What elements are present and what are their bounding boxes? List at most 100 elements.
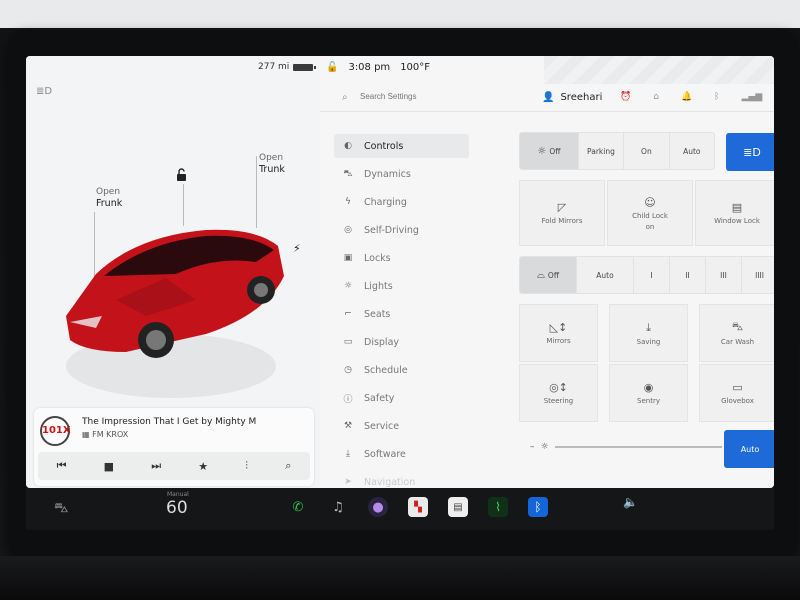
slider-track[interactable]: [554, 446, 722, 448]
menu-item-schedule[interactable]: ◷ Schedule: [334, 358, 469, 382]
equalizer-icon[interactable]: ⫶: [245, 459, 248, 473]
menu-item-navigation[interactable]: ➤ Navigation: [334, 470, 469, 488]
station-text: FM KROX: [92, 430, 129, 439]
camera-icon[interactable]: ●: [368, 497, 388, 517]
display-icon: ▭: [343, 337, 353, 347]
bluetooth-icon[interactable]: ᛒ: [528, 497, 548, 517]
bottom-dock: ⛍ Manual 60 ✆ ♫ ● ▚ ▤ ⌇ ᛒ 🔈: [26, 488, 774, 530]
media-search-icon[interactable]: ⌕: [285, 459, 291, 473]
time-text: 3:08 pm: [348, 62, 391, 73]
tile-label: Car Wash: [720, 338, 755, 346]
search-input[interactable]: [360, 92, 480, 101]
mirror-adjust-icon: ◺↕: [549, 321, 568, 334]
menu-item-software[interactable]: ⤓ Software: [334, 442, 469, 466]
navigation-icon: ➤: [344, 477, 352, 487]
car-icon[interactable]: ⛍: [54, 500, 68, 518]
menu-item-label: Navigation: [364, 476, 416, 488]
wiper-off-option[interactable]: ⌓ Off: [520, 257, 577, 293]
cabin-temperature[interactable]: 60: [166, 498, 188, 518]
tile-label: Glovebox: [721, 397, 754, 405]
map-preview: [544, 56, 774, 84]
tile-label: Steering: [543, 397, 574, 405]
menu-item-lights[interactable]: ☼ Lights: [334, 274, 469, 298]
alarm-icon[interactable]: ⏰: [620, 92, 631, 102]
saving-button[interactable]: ⤓ Saving: [609, 304, 688, 362]
fold-mirrors-label: Fold Mirrors: [541, 217, 583, 225]
lock-icon: ▣: [343, 253, 353, 263]
mirrors-button[interactable]: ◺↕ Mirrors: [519, 304, 598, 362]
wiper-speed-4-option[interactable]: IIII: [742, 257, 774, 293]
child-lock-button[interactable]: ☺ Child Lock on: [607, 180, 693, 246]
seat-icon: ⌐: [344, 309, 352, 319]
home-icon[interactable]: ⌂: [653, 92, 659, 102]
headlights-off-option[interactable]: ☼ Off: [520, 133, 579, 169]
steering-button[interactable]: ◎↕ Steering: [519, 364, 598, 422]
window-lock-label: Window Lock: [714, 217, 760, 225]
car-wash-button[interactable]: ⛍ Car Wash: [699, 304, 774, 362]
favorite-icon[interactable]: ★: [198, 460, 208, 473]
menu-item-charging[interactable]: ϟ Charging: [334, 190, 469, 214]
phone-icon[interactable]: ✆: [288, 497, 308, 517]
notification-bell-icon[interactable]: 🔔: [681, 92, 692, 102]
sentry-button[interactable]: ◉ Sentry: [609, 364, 688, 422]
music-icon[interactable]: ♫: [328, 497, 348, 517]
headlights-parking-option[interactable]: Parking: [579, 133, 625, 169]
car-pane: 277 mi ≣D Open Frunk Open Trunk ⚡ 101X T…: [26, 56, 320, 488]
sentry-icon: ◉: [643, 381, 654, 394]
steering-icon: ◎: [344, 225, 352, 235]
top-status-icons: ⏰ ⌂ 🔔 ᛒ ▂▄▆: [620, 92, 762, 102]
menu-item-controls[interactable]: ◐ Controls: [334, 134, 469, 158]
wiper-speed-3-option[interactable]: III: [706, 257, 742, 293]
media-controls: ⏮ ■ ⏭ ★ ⫶ ⌕: [38, 452, 310, 480]
auto-high-beam-button[interactable]: ≣D: [726, 133, 774, 171]
menu-item-dynamics[interactable]: ⛍ Dynamics: [334, 162, 469, 186]
brightness-auto-button[interactable]: Auto: [724, 430, 774, 468]
menu-item-label: Locks: [364, 252, 391, 264]
brightness-icon: ☼: [540, 442, 549, 452]
open-trunk-button[interactable]: Open Trunk: [259, 152, 285, 176]
window-icon: ▤: [731, 201, 743, 214]
wiper-auto-option[interactable]: Auto: [577, 257, 634, 293]
menu-item-self-driving[interactable]: ◎ Self-Driving: [334, 218, 469, 242]
media-player[interactable]: 101X The Impression That I Get by Mighty…: [34, 408, 314, 486]
window-lock-button[interactable]: ▤ Window Lock: [695, 180, 774, 246]
car-icon: ⛍: [343, 168, 353, 179]
menu-item-safety[interactable]: ⓘ Safety: [334, 386, 469, 410]
charge-port-icon[interactable]: ⚡: [293, 242, 301, 255]
glovebox-button[interactable]: ▭ Glovebox: [699, 364, 774, 422]
menu-item-locks[interactable]: ▣ Locks: [334, 246, 469, 270]
calendar-icon[interactable]: ▤: [448, 497, 468, 517]
fold-mirrors-button[interactable]: ◸ Fold Mirrors: [519, 180, 605, 246]
settings-pane: 🔓 3:08 pm 100°F ⌕ 👤 Sreehari ⏰ ⌂ 🔔 ᛒ ▂▄▆…: [320, 56, 774, 488]
energy-icon[interactable]: ⌇: [488, 497, 508, 517]
headlights-on-option[interactable]: On: [624, 133, 670, 169]
menu-item-display[interactable]: ▭ Display: [334, 330, 469, 354]
volume-icon[interactable]: 🔈: [623, 495, 638, 509]
toybox-icon[interactable]: ▚: [408, 497, 428, 517]
wrench-icon: ⚒: [343, 421, 353, 431]
bluetooth-status-icon[interactable]: ᛒ: [714, 92, 719, 102]
menu-item-seats[interactable]: ⌐ Seats: [334, 302, 469, 326]
steering-wheel-icon: ◎↕: [549, 381, 568, 394]
previous-icon[interactable]: ⏮: [57, 459, 67, 473]
download-icon: ⤓: [646, 320, 651, 334]
high-beam-icon: ≣D: [743, 145, 761, 159]
station-name: ▦ FM KROX: [82, 430, 128, 439]
stop-icon[interactable]: ■: [104, 460, 114, 473]
open-frunk-button[interactable]: Open Frunk: [96, 186, 122, 210]
next-icon[interactable]: ⏭: [151, 459, 161, 473]
lock-status-icon: 🔓: [326, 62, 339, 73]
user-profile-button[interactable]: 👤 Sreehari: [542, 92, 602, 103]
tile-label: Saving: [636, 337, 661, 346]
controls-tiles-row-2: ◎↕ Steering ◉ Sentry ▭ Glovebox: [519, 364, 774, 422]
battery-icon: [293, 63, 317, 71]
brightness-slider[interactable]: – ☼: [530, 432, 722, 462]
unlock-icon[interactable]: [176, 168, 187, 184]
headlights-mode-selector: ☼ Off Parking On Auto: [519, 132, 715, 170]
wiper-speed-2-option[interactable]: II: [670, 257, 706, 293]
wiper-speed-1-option[interactable]: I: [634, 257, 670, 293]
locks-row: ◸ Fold Mirrors ☺ Child Lock on ▤ Window …: [519, 180, 774, 246]
menu-item-service[interactable]: ⚒ Service: [334, 414, 469, 438]
menu-item-label: Display: [364, 336, 400, 348]
headlights-auto-option[interactable]: Auto: [670, 133, 714, 169]
